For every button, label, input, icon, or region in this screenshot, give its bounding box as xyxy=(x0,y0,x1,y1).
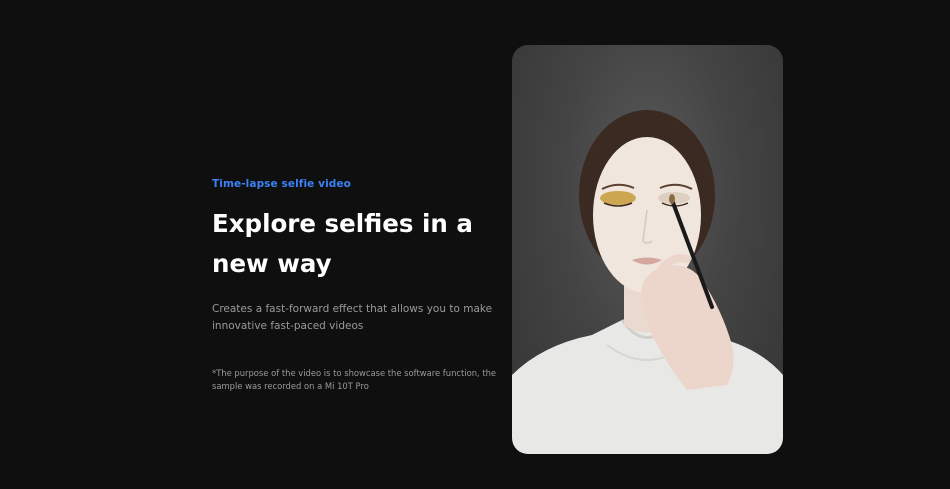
selfie-video-player[interactable] xyxy=(512,45,783,454)
selfie-video-frame xyxy=(512,110,783,454)
feature-eyebrow: Time-lapse selfie video xyxy=(212,178,351,190)
feature-disclaimer: *The purpose of the video is to showcase… xyxy=(212,368,497,391)
feature-headline: Explore selfies in a new way xyxy=(212,209,473,278)
feature-description: Creates a fast-forward effect that allow… xyxy=(212,303,493,332)
